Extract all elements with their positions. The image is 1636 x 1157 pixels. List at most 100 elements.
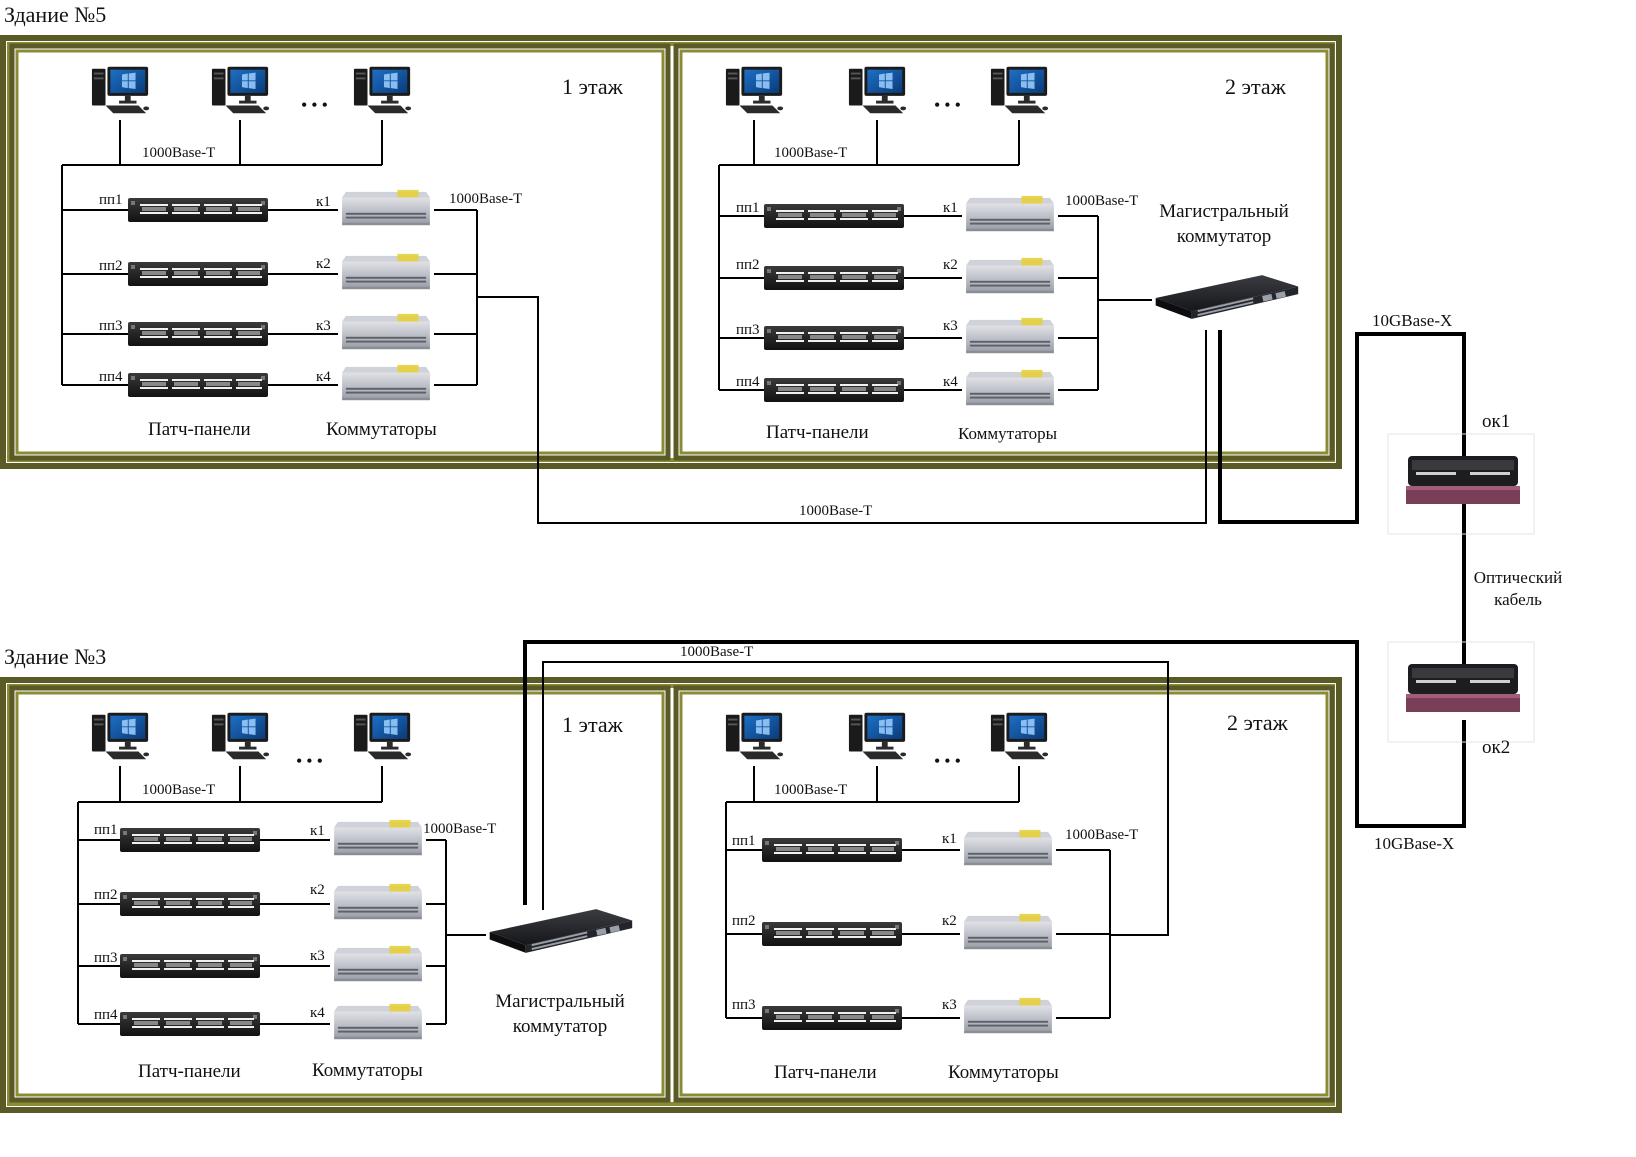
panel-label: пп3: [736, 322, 760, 338]
patch-panel-icon: [120, 828, 260, 852]
switch-icon: [966, 257, 1054, 294]
panel-label: пп1: [94, 822, 118, 838]
patch-panel-icon: [128, 373, 268, 397]
optical-box-label: ок2: [1482, 737, 1511, 758]
panels-caption: Патч-панели: [774, 1062, 877, 1083]
panel-label: пп1: [732, 833, 756, 849]
switch-icon: [966, 195, 1054, 232]
panel-label: пп2: [732, 913, 756, 929]
panel-label: пп3: [732, 997, 756, 1013]
patch-panel-icon: [120, 954, 260, 978]
link-label: 1000Base-T: [1065, 193, 1139, 209]
switch-label: к2: [943, 257, 958, 273]
switch-label: к1: [943, 200, 958, 216]
switch-label: к4: [943, 374, 958, 390]
panel-label: пп1: [736, 200, 760, 216]
switches-caption: Коммутаторы: [948, 1062, 1059, 1083]
optical-cable-label: Оптический кабель: [1473, 568, 1563, 610]
panel-label: пп1: [99, 192, 123, 208]
floor-title: 2 этаж: [1225, 74, 1286, 99]
switch-label: к3: [316, 318, 331, 334]
panel-label: пп2: [736, 257, 760, 273]
floor-title: 1 этаж: [562, 712, 623, 737]
diagram-canvas: [0, 35, 1535, 1113]
computer-icon: [91, 712, 150, 760]
core-switch-label: Магистральный коммутатор: [495, 991, 625, 1037]
panels-caption: Патч-панели: [138, 1061, 241, 1082]
floor-title: 2 этаж: [1227, 710, 1288, 735]
panel-label: пп4: [736, 374, 760, 390]
switch-label: к1: [310, 823, 325, 839]
switches-caption: Коммутаторы: [312, 1060, 423, 1081]
switch-icon: [334, 945, 422, 982]
panel-label: пп4: [99, 369, 123, 385]
fiber-label: 10GBase-X: [1374, 834, 1455, 853]
link-label: 1000Base-T: [142, 145, 216, 161]
switch-label: к2: [310, 882, 325, 898]
switch-icon: [342, 253, 430, 290]
computer-icon: [725, 712, 784, 760]
switch-icon: [966, 369, 1054, 406]
wiring: [61, 120, 1466, 1025]
patch-panel-icon: [764, 204, 904, 228]
floor-title: 1 этаж: [562, 74, 623, 99]
ellipsis: •••: [301, 95, 332, 115]
optical-box-icon: [1406, 456, 1520, 504]
network-diagram: Здание №5 1 этаж 1000Base-T 1000Base-T •…: [0, 0, 1636, 1157]
building-title: Здание №5: [4, 2, 107, 27]
optical-box-label: ок1: [1482, 411, 1511, 432]
switch-label: к1: [942, 831, 957, 847]
switch-icon: [334, 883, 422, 920]
computer-icon: [848, 712, 907, 760]
panel-label: пп3: [94, 950, 118, 966]
panels-caption: Патч-панели: [148, 419, 251, 440]
switch-label: к4: [316, 369, 331, 385]
ellipsis: •••: [934, 95, 965, 115]
computer-icon: [211, 66, 270, 114]
ellipsis: •••: [296, 751, 327, 771]
computer-icon: [725, 66, 784, 114]
link-label: 1000Base-T: [774, 145, 848, 161]
computer-icon: [848, 66, 907, 114]
switch-icon: [966, 317, 1054, 354]
patch-panel-icon: [764, 378, 904, 402]
patch-panel-icon: [762, 922, 902, 946]
switches-caption: Коммутаторы: [958, 424, 1058, 443]
computer-icon: [990, 712, 1049, 760]
link-label: 1000Base-T: [142, 782, 216, 798]
optical-box-icon: [1406, 664, 1520, 712]
panel-label: пп3: [99, 318, 123, 334]
patch-panel-icon: [762, 838, 902, 862]
link-label: 1000Base-T: [1065, 827, 1139, 843]
link-label: 1000Base-T: [423, 821, 497, 837]
computer-icon: [91, 66, 150, 114]
panel-label: пп2: [94, 887, 118, 903]
patch-panel-icon: [764, 266, 904, 290]
computer-icon: [211, 712, 270, 760]
link-label: 1000Base-T: [449, 191, 523, 207]
core-switch-icon: [1155, 275, 1299, 319]
computer-icon: [990, 66, 1049, 114]
link-label: 1000Base-T: [774, 782, 848, 798]
switch-icon: [342, 364, 430, 401]
panel-label: пп2: [99, 258, 123, 274]
building-frame: [0, 35, 1342, 469]
patch-panel-icon: [764, 326, 904, 350]
switch-label: к3: [942, 997, 957, 1013]
switch-label: к3: [943, 318, 958, 334]
switch-label: к2: [942, 913, 957, 929]
patch-panel-icon: [120, 892, 260, 916]
core-switch-icon: [489, 909, 633, 953]
uplink-cable: [542, 661, 1169, 936]
core-switch-label: Магистральный коммутатор: [1159, 201, 1289, 247]
patch-panel-icon: [128, 322, 268, 346]
switch-icon: [964, 997, 1052, 1034]
uplink-label: 1000Base-T: [799, 503, 873, 519]
switch-icon: [342, 189, 430, 226]
devices: [91, 66, 1535, 1040]
switch-icon: [334, 819, 422, 856]
patch-panel-icon: [762, 1006, 902, 1030]
switch-label: к4: [310, 1005, 325, 1021]
fiber-label: 10GBase-X: [1372, 311, 1453, 330]
switch-icon: [964, 913, 1052, 950]
